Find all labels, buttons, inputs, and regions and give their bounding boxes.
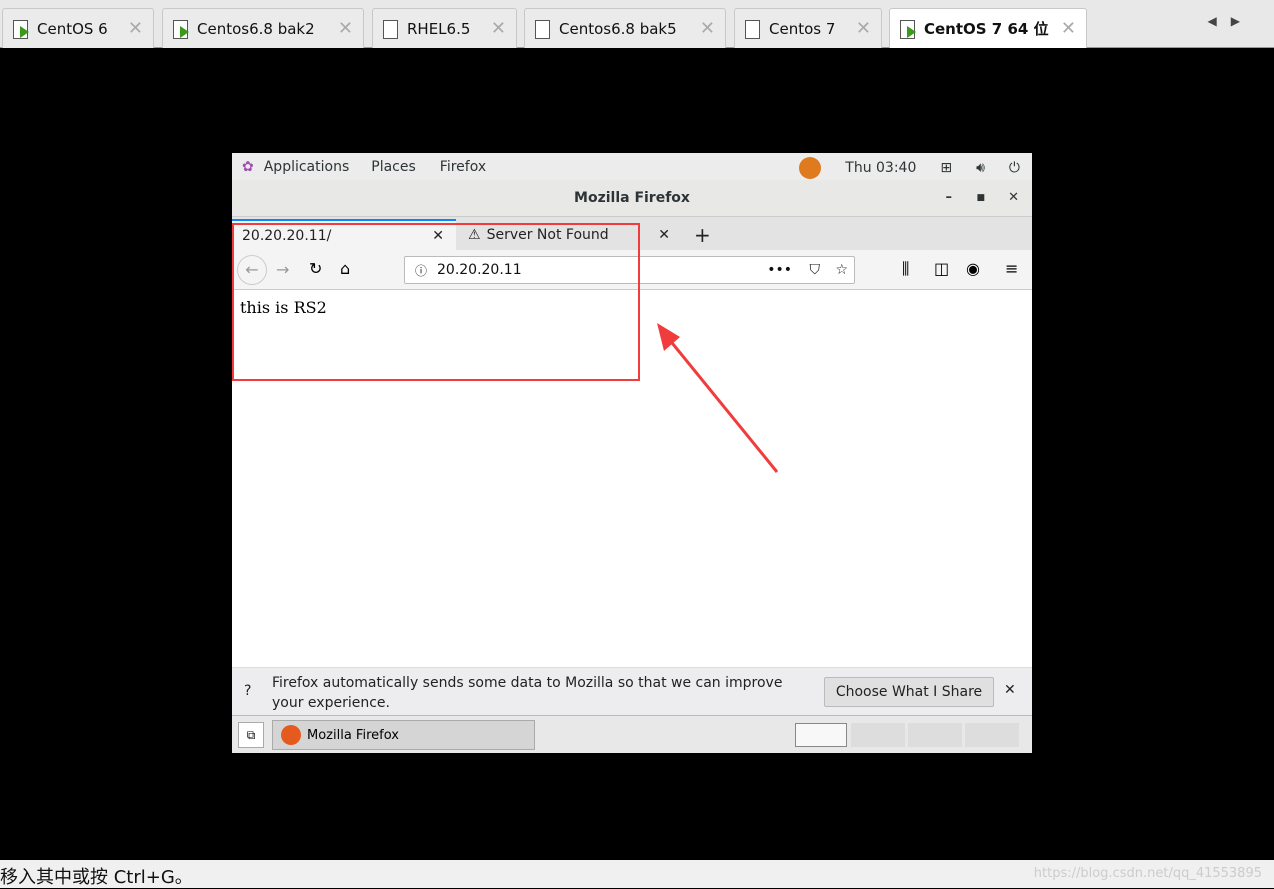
close-icon[interactable]: ✕ [338, 18, 353, 39]
vm-tab-label: RHEL6.5 [407, 19, 471, 38]
show-desktop-icon[interactable]: ⧉ [238, 722, 264, 748]
status-text: 移入其中或按 Ctrl+G。 [0, 867, 193, 888]
help-icon: ? [244, 683, 252, 699]
close-icon[interactable]: ✕ [128, 18, 143, 39]
window-title: Mozilla Firefox [574, 190, 690, 206]
vm-tab-active[interactable]: CentOS 7 64 位 ✕ [889, 8, 1087, 48]
notification-bar: ? Firefox automatically sends some data … [232, 667, 1032, 715]
tab-scroll-arrows[interactable]: ◀▶ [1208, 14, 1254, 28]
vm-tab-label: Centos 7 [769, 19, 836, 38]
pocket-icon[interactable]: ⛉ [810, 262, 821, 278]
vm-tab[interactable]: Centos6.8 bak2 ✕ [162, 8, 364, 48]
vm-tab-label: Centos6.8 bak5 [559, 19, 677, 38]
vm-tab-bar: CentOS 6 ✕ Centos6.8 bak2 ✕ RHEL6.5 ✕ Cento… [0, 0, 1274, 48]
close-window-button[interactable]: ✕ [1008, 190, 1019, 205]
vm-tab-label: CentOS 6 [37, 19, 108, 38]
vm-running-icon [898, 18, 918, 40]
clock[interactable]: Thu 03:40 [845, 160, 916, 176]
gnome-top-bar: ✿ Applications Places Firefox Thu 03:40 … [232, 153, 1032, 180]
vm-running-icon [11, 18, 31, 40]
close-icon[interactable]: ✕ [856, 18, 871, 39]
vm-icon [381, 18, 401, 40]
maximize-button[interactable]: ■ [976, 193, 985, 203]
vm-tab[interactable]: Centos 7 ✕ [734, 8, 882, 48]
taskbar-item-label: Mozilla Firefox [307, 727, 399, 743]
annotation-box [232, 223, 640, 381]
vm-running-icon [171, 18, 191, 40]
vm-tab-label: Centos6.8 bak2 [197, 19, 315, 38]
vm-icon [533, 18, 553, 40]
annotation-arrow [657, 323, 779, 473]
volume-icon[interactable]: 🔊︎ [976, 160, 985, 176]
network-icon[interactable]: ⊞ [940, 160, 952, 176]
minimize-button[interactable]: – [946, 190, 953, 205]
bookmark-star-icon[interactable]: ☆ [835, 262, 848, 278]
workspace-1[interactable] [795, 723, 847, 747]
power-icon[interactable]: ⏻ [1009, 160, 1020, 176]
close-notification-icon[interactable]: ✕ [1004, 682, 1016, 698]
vm-tab[interactable]: CentOS 6 ✕ [2, 8, 154, 48]
vm-icon [743, 18, 763, 40]
close-icon[interactable]: ✕ [1061, 18, 1076, 39]
vm-tab[interactable]: RHEL6.5 ✕ [372, 8, 517, 48]
places-menu[interactable]: Places [371, 159, 416, 175]
watermark: https://blog.csdn.net/qq_41553895 [1033, 866, 1262, 881]
window-titlebar: Mozilla Firefox – ■ ✕ [232, 180, 1032, 217]
workspace-4[interactable] [965, 723, 1019, 747]
new-tab-button[interactable]: + [684, 219, 711, 250]
close-icon[interactable]: ✕ [700, 18, 715, 39]
firefox-menu[interactable]: Firefox [440, 159, 486, 175]
close-tab-icon[interactable]: ✕ [658, 227, 670, 243]
workspace-2[interactable] [851, 723, 905, 747]
status-bar: 移入其中或按 Ctrl+G。 https://blog.csdn.net/qq_… [0, 860, 1274, 888]
taskbar-item[interactable]: Mozilla Firefox [272, 720, 535, 750]
sidebar-icon[interactable]: ◫ [934, 259, 949, 278]
library-icon[interactable]: ⫼ [902, 259, 909, 279]
account-icon[interactable]: ◉ [966, 259, 980, 278]
workspace-3[interactable] [908, 723, 962, 747]
vm-tab-label: CentOS 7 64 位 [924, 20, 1049, 38]
notification-text: Firefox automatically sends some data to… [272, 675, 783, 711]
choose-what-i-share-button[interactable]: Choose What I Share [824, 677, 994, 707]
close-icon[interactable]: ✕ [491, 18, 506, 39]
avatar-icon[interactable] [799, 157, 822, 179]
vm-tab[interactable]: Centos6.8 bak5 ✕ [524, 8, 726, 48]
gnome-foot-icon: ✿ [242, 158, 254, 175]
menu-icon[interactable]: ≡ [1005, 259, 1018, 278]
taskbar: ⧉ Mozilla Firefox [232, 715, 1032, 753]
applications-menu[interactable]: Applications [264, 159, 350, 175]
firefox-icon [281, 725, 301, 745]
page-actions-icon[interactable]: ••• [767, 262, 792, 278]
